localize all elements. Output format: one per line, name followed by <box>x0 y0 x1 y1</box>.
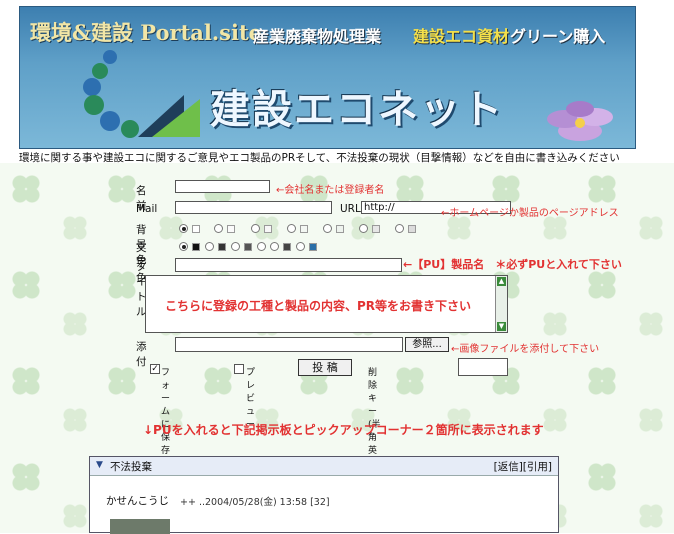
scroll-down-icon[interactable]: ▼ <box>497 322 506 331</box>
bg-swatch-1 <box>192 225 200 233</box>
url-note: ←ホームページか製品のページアドレス <box>441 208 619 219</box>
attach-file-input[interactable] <box>175 337 403 352</box>
preview-checkbox[interactable] <box>234 364 244 374</box>
text-color-radio-1[interactable] <box>179 242 188 251</box>
bg-swatch-3 <box>264 225 272 233</box>
bg-swatch-5 <box>336 225 344 233</box>
bg-color-radio-1[interactable] <box>179 224 188 233</box>
text-swatch-2 <box>218 243 226 251</box>
portal-title: 環境&建設 Portal.site <box>30 20 263 45</box>
post-header: ▼ 不法投棄 [返信][引用] <box>90 457 558 476</box>
banner-link-industrial-waste[interactable]: 産業廃棄物処理業 <box>253 23 381 47</box>
message-note: こちらに登録の工種と製品の内容、PR等をお書き下さい <box>165 299 472 313</box>
reply-quote-links[interactable]: [返信][引用] <box>494 459 552 474</box>
attach-note: ←画像ファイルを添付して下さい <box>451 344 600 355</box>
bg-color-radio-3[interactable] <box>251 224 260 233</box>
delete-key-input[interactable] <box>458 358 508 376</box>
post-image <box>110 519 170 534</box>
name-note: ←会社名または登録者名 <box>276 185 385 196</box>
text-swatch-6 <box>309 243 317 251</box>
expand-triangle-icon[interactable]: ▼ <box>96 460 103 470</box>
bg-swatch-2 <box>227 225 235 233</box>
brand-name: 建設エコネット <box>210 87 504 133</box>
browse-button[interactable]: 参照... <box>405 337 449 352</box>
intro-text: 環境に関する事や建設エコに関するご意見やエコ製品のPRそして、不法投棄の現状（目… <box>19 152 620 164</box>
post-author: かせんこうじ <box>106 495 169 507</box>
title-input[interactable] <box>175 258 402 272</box>
text-swatch-1 <box>192 243 200 251</box>
textarea-scrollbar[interactable]: ▲ ▼ <box>495 276 507 332</box>
post-meta: ++ ..2004/05/28(金) 13:58 [32] <box>180 497 330 508</box>
save-form-label: フォームに保存 <box>161 368 171 456</box>
site-banner[interactable]: 環境&建設 Portal.site 産業廃棄物処理業 建設エコ資材 グリーン購入… <box>19 6 636 149</box>
text-swatch-3 <box>244 243 252 251</box>
text-color-radio-2[interactable] <box>205 242 214 251</box>
bottom-note: ↓PUを入れると下記掲示板とピックアップコーナー２箇所に表示されます <box>143 423 544 437</box>
url-label: URL <box>340 203 361 215</box>
name-input[interactable] <box>175 180 270 193</box>
text-color-radio-6[interactable] <box>296 242 305 251</box>
bg-color-radio-4[interactable] <box>287 224 296 233</box>
post-title: 不法投棄 <box>110 461 152 473</box>
bg-color-radio-5[interactable] <box>323 224 332 233</box>
bg-color-radio-6[interactable] <box>359 224 368 233</box>
flower-icon <box>547 101 613 141</box>
eco-net-logo-icon <box>138 95 200 137</box>
bg-swatch-7 <box>408 225 416 233</box>
text-color-radio-3[interactable] <box>231 242 240 251</box>
bg-swatch-4 <box>300 225 308 233</box>
submit-button[interactable]: 投 稿 <box>298 359 352 376</box>
title-note: ←【PU】製品名 ＊必ずPUと入れて下さい <box>403 258 622 271</box>
text-swatch-5 <box>283 243 291 251</box>
banner-link-eco-materials[interactable]: 建設エコ資材 <box>413 23 509 47</box>
bg-swatch-6 <box>372 225 380 233</box>
attach-label: 添付 <box>136 341 147 368</box>
scroll-up-icon[interactable]: ▲ <box>497 277 506 286</box>
text-color-radio-4[interactable] <box>257 242 266 251</box>
save-form-checkbox[interactable]: ✓ <box>150 364 160 374</box>
bg-color-radio-7[interactable] <box>395 224 404 233</box>
bulletin-board-post: ▼ 不法投棄 [返信][引用] かせんこうじ ++ ..2004/05/28(金… <box>89 456 559 534</box>
mail-input[interactable] <box>175 201 332 214</box>
text-color-radio-5[interactable] <box>270 242 279 251</box>
bg-color-radio-2[interactable] <box>214 224 223 233</box>
mail-label: Mail <box>136 203 158 215</box>
banner-link-green-purchase[interactable]: グリーン購入 <box>510 23 605 47</box>
